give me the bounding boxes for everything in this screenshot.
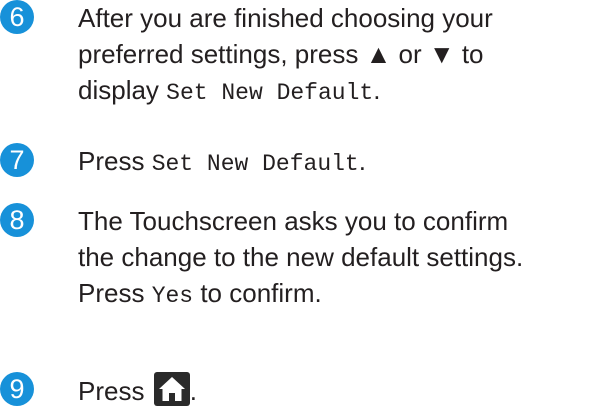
step-text-line: Press .	[78, 372, 606, 415]
step-text: The Touchscreen asks you to confirm the …	[78, 203, 606, 314]
step-text-segment: to confirm.	[193, 278, 322, 308]
home-icon	[153, 372, 190, 415]
step-text-line: preferred settings, press ▲ or ▼ to	[78, 39, 484, 69]
step-text-segment: display	[78, 75, 167, 105]
step-text-line: Press Set New Default.	[78, 143, 606, 182]
step-text-segment: Press	[78, 278, 152, 308]
step-text: Press .	[78, 372, 606, 415]
step-number-badge: 8	[0, 203, 34, 237]
step-text-line: the change to the new default settings.	[78, 242, 524, 272]
step-text-segment: .	[358, 146, 366, 176]
step-text-line: The Touchscreen asks you to confirm	[78, 206, 509, 236]
step-text-line: display Set New Default.	[78, 72, 606, 111]
step-text: Press Set New Default.	[78, 143, 606, 182]
step-text-segment: Press	[78, 146, 152, 176]
step-number-badge: 7	[0, 143, 34, 177]
step-text: After you are finished choosing your pre…	[78, 0, 606, 111]
step-text-segment: .	[189, 376, 197, 406]
step-text-line: After you are finished choosing your	[78, 3, 493, 33]
screen-option-text: Yes	[151, 283, 194, 309]
step-text-segment: Press	[78, 376, 152, 406]
screen-option-text: Set New Default	[151, 151, 359, 177]
step-number-badge: 6	[0, 0, 34, 34]
screen-option-text: Set New Default	[166, 80, 374, 106]
step-text-line: Press Yes to confirm.	[78, 275, 606, 314]
step-text-segment: .	[373, 75, 381, 105]
step-number-badge: 9	[0, 372, 34, 406]
